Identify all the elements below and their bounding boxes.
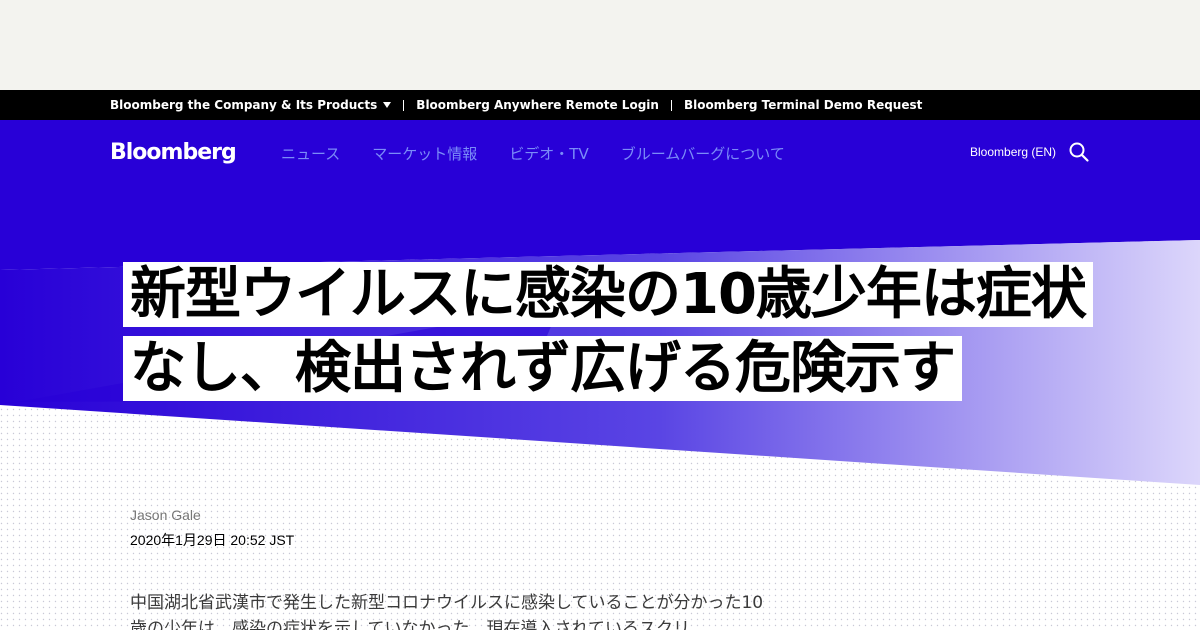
- bloomberg-logo[interactable]: Bloomberg: [110, 140, 237, 165]
- article-lede: 中国湖北省武漢市で発生した新型コロナウイルスに感染していることが分かった10歳の…: [130, 593, 764, 630]
- nav-item-video-tv[interactable]: ビデオ・TV: [509, 143, 588, 164]
- main-nav: ニュース マーケット情報 ビデオ・TV ブルームバーグについて: [281, 143, 817, 164]
- nav-item-about[interactable]: ブルームバーグについて: [621, 143, 785, 164]
- corp-link-remote-login[interactable]: Bloomberg Anywhere Remote Login: [416, 98, 659, 112]
- headline-container: 新型ウイルスに感染の10歳少年は症状なし、検出されず広げる危険示す: [123, 258, 1113, 406]
- nav-divider: [670, 99, 672, 111]
- nav-divider: [403, 99, 405, 111]
- ad-slot: [0, 0, 1200, 90]
- search-icon: [1069, 142, 1089, 162]
- caret-down-icon: [383, 102, 392, 108]
- nav-item-news[interactable]: ニュース: [281, 143, 340, 164]
- corp-link-terminal-demo[interactable]: Bloomberg Terminal Demo Request: [684, 98, 922, 112]
- nav-item-markets[interactable]: マーケット情報: [372, 143, 477, 164]
- article-date: 2020年1月29日 20:52 JST: [130, 532, 295, 548]
- edition-switch-link[interactable]: Bloomberg (EN): [970, 145, 1056, 159]
- corporate-nav-bar: Bloomberg the Company & Its Products Blo…: [0, 90, 1200, 120]
- article-headline: 新型ウイルスに感染の10歳少年は症状なし、検出されず広げる危険示す: [123, 258, 1113, 406]
- article-author[interactable]: Jason Gale: [130, 507, 201, 523]
- search-button[interactable]: [1068, 141, 1090, 163]
- corp-link-company-products[interactable]: Bloomberg the Company & Its Products: [110, 98, 392, 112]
